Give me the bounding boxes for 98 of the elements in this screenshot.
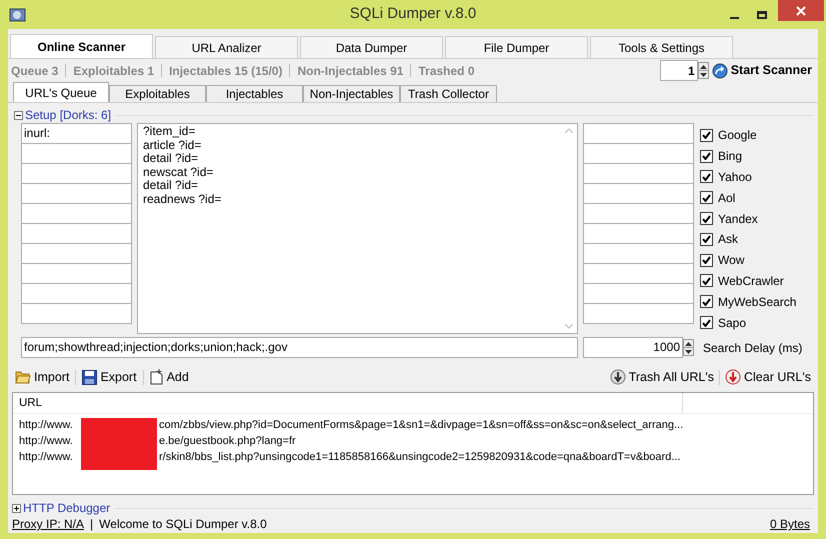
engine-field[interactable]: [583, 163, 694, 184]
engine-field[interactable]: [583, 303, 694, 324]
checkbox[interactable]: [700, 232, 713, 246]
checkbox-label: MyWebSearch: [718, 294, 796, 311]
document-icon: [150, 369, 164, 385]
checkbox[interactable]: [700, 316, 713, 330]
prefix-field[interactable]: [21, 223, 132, 244]
main-tab[interactable]: File Dumper: [445, 36, 588, 58]
collapse-toggle[interactable]: [14, 110, 23, 120]
engine-field[interactable]: [583, 223, 694, 244]
prefix-field[interactable]: [21, 263, 132, 284]
engine-field[interactable]: [583, 203, 694, 224]
delay-field[interactable]: 1000: [583, 337, 683, 358]
prefix-field[interactable]: [21, 203, 132, 224]
checkbox-label: Bing: [718, 148, 742, 166]
toolbar-button[interactable]: Clear URL's: [725, 368, 811, 386]
dork-line: newscat ?id=: [143, 166, 214, 179]
checkbox[interactable]: [700, 191, 713, 204]
spin-buttons[interactable]: [683, 339, 694, 356]
sub-tab[interactable]: Injectables: [206, 85, 303, 102]
section-title: Setup [Dorks: 6]: [25, 107, 112, 124]
engine-field[interactable]: [583, 263, 694, 284]
sub-tab[interactable]: Non-Injectables: [303, 85, 400, 102]
section-title: HTTP Debugger: [23, 500, 110, 517]
expand-toggle[interactable]: [12, 504, 21, 512]
engine-field[interactable]: [583, 123, 694, 144]
checkbox-label: Aol: [718, 190, 736, 207]
refresh-icon: [712, 62, 728, 78]
engine-field[interactable]: [583, 243, 694, 264]
dork-line: article ?id=: [143, 138, 202, 152]
status-separator: |: [90, 516, 94, 533]
checkbox-label: Yandex: [718, 210, 758, 228]
dork-line: detail ?id=: [143, 152, 198, 166]
stat-label: Trashed 0: [418, 62, 475, 80]
threads-field[interactable]: 1: [660, 60, 698, 81]
engine-field[interactable]: [583, 183, 694, 204]
spin-buttons[interactable]: [698, 62, 709, 79]
url-cell-text: com/zbbs/view.php?id=DocumentForms&page=1&sn1=&divpage=1&sn=off&ss=on&sc=on&select_arrang...: [159, 418, 684, 433]
checkbox-label: WebCrawler: [718, 272, 784, 290]
scroll-up-icon[interactable]: [565, 128, 573, 133]
engine-field[interactable]: [583, 143, 694, 164]
url-cell-text: e.be/guestbook.php?lang=fr: [159, 434, 296, 449]
window-title: SQLi Dumper v.8.0: [350, 4, 476, 24]
close-button[interactable]: [778, 0, 824, 21]
sub-tab[interactable]: URL's Queue: [13, 82, 109, 102]
status-message: Welcome to SQLi Dumper v.8.0: [99, 516, 267, 533]
main-tab[interactable]: Online Scanner: [10, 34, 153, 58]
toolbar-button[interactable]: Export: [82, 368, 137, 386]
url-cell-text: http://www.: [19, 418, 74, 433]
prefix-field[interactable]: [21, 303, 132, 324]
prefix-field[interactable]: [21, 183, 132, 204]
folder-icon: [15, 370, 31, 384]
prefix-field[interactable]: [21, 143, 132, 164]
checkbox-label: Yahoo: [718, 168, 752, 186]
dork-line: ?item_id=: [143, 125, 196, 138]
toolbar-button[interactable]: Add: [150, 368, 189, 386]
checkbox[interactable]: [700, 295, 713, 308]
sub-tab[interactable]: Trash Collector: [400, 85, 497, 102]
app-icon: [9, 6, 26, 22]
toolbar-button[interactable]: Trash All URL's: [610, 368, 714, 386]
stat-label: Queue 3: [11, 62, 58, 80]
url-cell-text: r/skin8/bbs_list.php?unsingcode1=1185858166&unsingcode2=1259820931&code=qna&boardT=v&board...: [159, 450, 680, 465]
checkbox[interactable]: [700, 274, 713, 288]
checkbox-label: Sapo: [718, 314, 746, 332]
delay-label: Search Delay (ms): [703, 340, 802, 356]
prefix-field[interactable]: [21, 163, 132, 184]
exclude-field[interactable]: forum;showthread;injection;dorks;union;hack;.gov: [21, 337, 578, 358]
close-icon: [796, 6, 806, 16]
checkbox-label: Wow: [718, 252, 744, 270]
main-tab[interactable]: URL Analizer: [155, 36, 298, 58]
bytes-link[interactable]: 0 Bytes: [770, 515, 810, 533]
toolbar-button[interactable]: Import: [15, 368, 70, 386]
sub-tab[interactable]: Exploitables: [109, 85, 206, 102]
proxy-link[interactable]: Proxy IP: N/A: [12, 515, 84, 533]
url-cell-text: http://www.: [19, 450, 74, 465]
main-tab[interactable]: Tools & Settings: [590, 36, 733, 58]
scroll-down-icon[interactable]: [565, 324, 573, 329]
checkbox[interactable]: [700, 150, 713, 163]
url-cell-text: http://www.: [19, 434, 74, 449]
checkbox[interactable]: [700, 170, 713, 184]
dork-line: readnews ?id=: [143, 192, 222, 206]
prefix-field[interactable]: [21, 283, 132, 304]
engine-field[interactable]: [583, 283, 694, 304]
prefix-field[interactable]: inurl:: [21, 123, 132, 144]
checkbox[interactable]: [700, 254, 713, 267]
prefix-field[interactable]: [21, 243, 132, 264]
checkbox[interactable]: [700, 212, 713, 226]
stat-label: Exploitables 1: [73, 62, 154, 80]
main-tab[interactable]: Data Dumper: [300, 36, 443, 58]
dork-line: detail ?id=: [143, 179, 198, 192]
checkbox[interactable]: [700, 128, 713, 142]
column-header: URL: [13, 393, 683, 413]
stat-label: Injectables 15 (15/0): [169, 62, 282, 80]
checkbox-label: Ask: [718, 231, 738, 248]
stat-label: Non-Injectables 91: [297, 62, 404, 80]
dork-text-area[interactable]: ?item_id= article ?id= detail ?id= newscat ?id= detail ?id= readnews ?id=: [137, 123, 578, 334]
checkbox-label: Google: [718, 127, 757, 144]
start-scanner-button[interactable]: Start Scanner: [712, 61, 812, 80]
